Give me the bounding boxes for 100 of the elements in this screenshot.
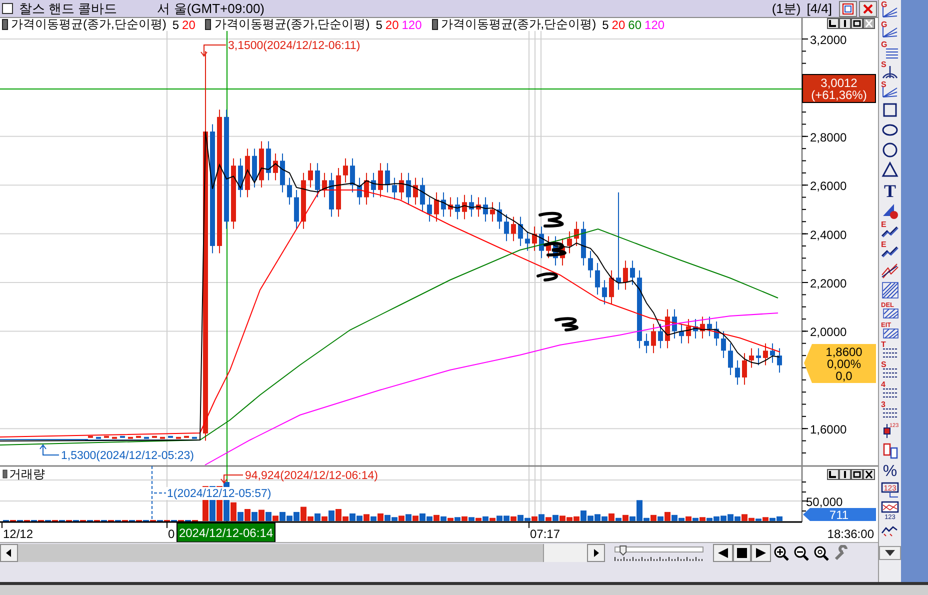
crosshair-price-badge: 3,0012 (+61,36%)	[802, 74, 876, 103]
candle	[378, 162, 383, 198]
drawing-tool-button[interactable]	[879, 160, 901, 180]
candle	[581, 221, 586, 266]
candle	[308, 162, 313, 188]
candle	[259, 140, 264, 188]
drawing-tool-button[interactable]: G	[879, 20, 901, 40]
indicator-name: 가격이동평균(종가,단순이평)	[11, 16, 166, 33]
slider-thumb[interactable]	[620, 545, 627, 556]
candle	[294, 189, 299, 230]
window-checkbox[interactable]	[2, 3, 13, 14]
play-button[interactable]	[751, 544, 771, 562]
candle	[588, 250, 593, 278]
candle	[756, 348, 761, 366]
pane-maximize-button[interactable]	[851, 469, 863, 480]
drawing-tool-button[interactable]: E	[879, 240, 901, 260]
left-arrow-icon	[5, 548, 13, 558]
candle	[336, 168, 341, 218]
candle	[392, 177, 397, 200]
left-triangle-icon	[716, 546, 730, 558]
axis-label: 2,2000	[810, 276, 847, 290]
drawing-tool-button[interactable]: S	[879, 60, 901, 80]
last-price-badge: 1,8600 0,00% 0,0	[804, 344, 876, 383]
drawing-tool-button[interactable]	[879, 280, 901, 300]
candle	[476, 196, 481, 218]
candle	[763, 342, 768, 366]
candle	[462, 194, 467, 220]
candle	[280, 152, 285, 193]
candle	[679, 323, 684, 344]
restore-button[interactable]	[839, 0, 857, 16]
period-label: 120	[644, 18, 665, 32]
drawing-tool-button[interactable]: E	[879, 220, 901, 240]
indicator-name: 가격이동평균(종가,단순이평)	[440, 16, 596, 33]
drawing-tool-button[interactable]: T	[879, 340, 901, 360]
candle	[574, 221, 579, 246]
hatch-icon	[880, 280, 900, 300]
drawing-tool-button[interactable]: T	[879, 180, 901, 200]
period-label: 20	[612, 18, 626, 32]
candle	[504, 214, 509, 242]
candle	[413, 177, 418, 206]
pane-split-button[interactable]	[839, 18, 851, 29]
high-price-note: 3,1500(2024/12/12-06:11)	[228, 40, 360, 52]
candle	[623, 260, 628, 290]
candle	[399, 172, 404, 200]
restore-icon	[842, 2, 854, 14]
candle	[602, 280, 607, 305]
candle	[686, 318, 691, 344]
axis-label: 50,000	[806, 495, 843, 509]
drawing-tool-button[interactable]: S	[879, 80, 901, 100]
candle	[287, 177, 292, 206]
candle	[539, 226, 544, 259]
indicator-name: 가격이동평균(종가,단순이평)	[214, 16, 370, 33]
pane-layout-button[interactable]	[827, 469, 839, 480]
pane-split-button[interactable]	[839, 469, 851, 480]
candle	[644, 333, 649, 354]
clock-label: 18:36:00	[827, 527, 874, 541]
candle	[728, 342, 733, 376]
period-label: 20	[182, 18, 196, 32]
indicator-icon	[432, 19, 438, 30]
candle	[245, 148, 250, 198]
stop-button[interactable]	[733, 544, 751, 562]
candle	[420, 177, 425, 212]
window-title: 찰스 핸드 콜바드	[19, 0, 118, 18]
drawing-tool-button[interactable]: %	[879, 460, 901, 480]
candle	[490, 202, 495, 222]
axis-label: 2,8000	[810, 130, 847, 144]
pane-close-button[interactable]	[863, 469, 875, 480]
low-price-note: 1,5300(2024/12/12-05:23)	[61, 450, 194, 462]
drawing-tool-button[interactable]: 3	[879, 400, 901, 420]
time-axis-label: 07:17	[530, 527, 560, 541]
close-button[interactable]	[859, 0, 877, 16]
toolbar-scroll-down-button[interactable]	[879, 546, 901, 560]
candle	[777, 348, 782, 374]
candle	[483, 196, 488, 222]
last-volume-badge: 711	[803, 508, 876, 522]
pane-layout-button[interactable]	[827, 18, 839, 29]
drawing-tool-button[interactable]: G	[879, 0, 901, 20]
scroll-right-button[interactable]	[587, 544, 605, 562]
drawing-tool-button[interactable]: 4	[879, 380, 901, 400]
leader-line	[40, 444, 60, 456]
candle	[406, 172, 411, 206]
drawing-tool-button[interactable]: G	[879, 40, 901, 60]
scroll-left-button[interactable]	[0, 544, 18, 562]
previous-button[interactable]	[713, 544, 733, 562]
candle	[630, 260, 635, 286]
axis-label: 2,4000	[810, 228, 847, 242]
candle	[735, 360, 740, 386]
period-label: 20	[385, 18, 399, 32]
candle	[532, 226, 537, 252]
pane-maximize-button[interactable]	[851, 18, 863, 29]
scrollbar-thumb[interactable]	[543, 544, 587, 562]
axis-label: 2,0000	[810, 325, 847, 340]
candle	[427, 196, 432, 222]
candle	[364, 172, 369, 206]
candle	[518, 216, 523, 246]
candle	[651, 323, 656, 354]
drawing-tool-button[interactable]: S	[879, 360, 901, 380]
axis-label: 3,2000	[810, 33, 847, 47]
volume-pane-title: 거래량	[9, 467, 45, 481]
pane-close-button[interactable]	[863, 18, 875, 29]
